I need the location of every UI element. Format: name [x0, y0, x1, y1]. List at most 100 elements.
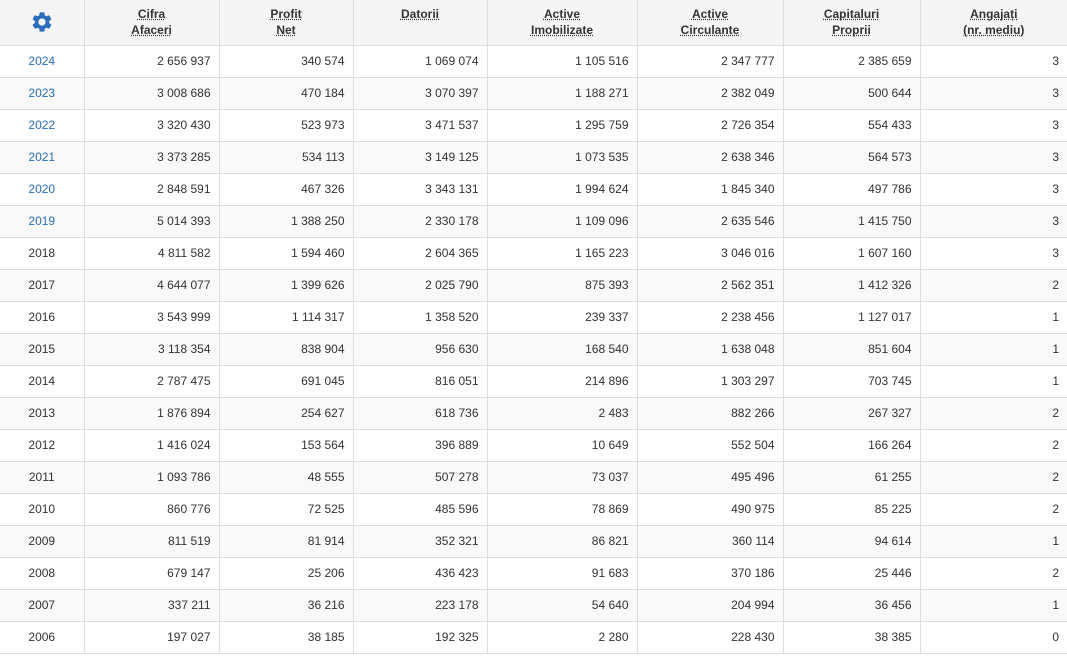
cell-active-circulante: 2 562 351	[636, 268, 784, 302]
column-header-line2: Imobilizate	[530, 23, 593, 37]
cell-profit-net: 470 184	[218, 76, 354, 110]
column-header-datorii[interactable]: Datorii	[352, 0, 488, 46]
year-label: 2009	[28, 534, 56, 548]
cell-capitaluri-proprii: 85 225	[782, 492, 921, 526]
column-header-cifra-afaceri[interactable]: Cifra Afaceri	[83, 0, 220, 46]
year-cell: 2008	[0, 556, 85, 590]
table-row: 2015 3 118 354 838 904 956 630 168 540 1 638 …	[0, 332, 1067, 366]
cell-datorii: 3 149 125	[352, 140, 488, 174]
table-row: 2023 3 008 686 470 184 3 070 397 1 188 271 2 …	[0, 76, 1067, 110]
table-body: 2024 2 656 937 340 574 1 069 074 1 105 516 2 …	[0, 44, 1067, 654]
table-row: 2024 2 656 937 340 574 1 069 074 1 105 516 2 …	[0, 44, 1067, 78]
cell-capitaluri-proprii: 267 327	[782, 396, 921, 430]
year-cell: 2009	[0, 524, 85, 558]
column-header-active-circulante[interactable]: Active Circulante	[636, 0, 784, 46]
gear-icon[interactable]	[30, 10, 54, 34]
cell-cifra-afaceri: 197 027	[83, 620, 220, 654]
table-row: 2008 679 147 25 206 436 423 91 683 370 186 25 …	[0, 556, 1067, 590]
cell-active-imobilizate: 214 896	[486, 364, 638, 398]
cell-active-circulante: 2 382 049	[636, 76, 784, 110]
cell-angajati: 2	[919, 460, 1067, 494]
year-link[interactable]: 2022	[28, 118, 55, 132]
cell-cifra-afaceri: 1 416 024	[83, 428, 220, 462]
cell-active-imobilizate: 168 540	[486, 332, 638, 366]
cell-datorii: 352 321	[352, 524, 488, 558]
column-header-profit-net[interactable]: Profit Net	[218, 0, 354, 46]
cell-active-circulante: 552 504	[636, 428, 784, 462]
cell-capitaluri-proprii: 564 573	[782, 140, 921, 174]
cell-angajati: 3	[919, 140, 1067, 174]
column-header-line2: Circulante	[680, 23, 740, 37]
table-row: 2009 811 519 81 914 352 321 86 821 360 114 94 …	[0, 524, 1067, 558]
year-link[interactable]: 2019	[28, 214, 55, 228]
cell-datorii: 618 736	[352, 396, 488, 430]
year-label: 2012	[28, 438, 56, 452]
cell-datorii: 2 330 178	[352, 204, 488, 238]
table-row: 2021 3 373 285 534 113 3 149 125 1 073 535 2 …	[0, 140, 1067, 174]
cell-active-imobilizate: 239 337	[486, 300, 638, 334]
cell-active-imobilizate: 2 483	[486, 396, 638, 430]
cell-active-imobilizate: 1 188 271	[486, 76, 638, 110]
year-link[interactable]: 2023	[28, 86, 55, 100]
cell-active-circulante: 360 114	[636, 524, 784, 558]
cell-datorii: 1 358 520	[352, 300, 488, 334]
cell-datorii: 816 051	[352, 364, 488, 398]
cell-cifra-afaceri: 2 656 937	[83, 44, 220, 78]
year-link[interactable]: 2020	[28, 182, 55, 196]
column-header-capitaluri-proprii[interactable]: Capitaluri Proprii	[782, 0, 921, 46]
cell-profit-net: 691 045	[218, 364, 354, 398]
cell-datorii: 1 069 074	[352, 44, 488, 78]
cell-angajati: 3	[919, 44, 1067, 78]
cell-active-circulante: 204 994	[636, 588, 784, 622]
table-row: 2020 2 848 591 467 326 3 343 131 1 994 624 1 …	[0, 172, 1067, 206]
cell-capitaluri-proprii: 2 385 659	[782, 44, 921, 78]
year-label: 2008	[28, 566, 56, 580]
cell-profit-net: 25 206	[218, 556, 354, 590]
cell-cifra-afaceri: 1 876 894	[83, 396, 220, 430]
cell-datorii: 956 630	[352, 332, 488, 366]
cell-capitaluri-proprii: 36 456	[782, 588, 921, 622]
column-header-line1: Profit	[270, 7, 302, 21]
cell-active-circulante: 3 046 016	[636, 236, 784, 270]
cell-profit-net: 38 185	[218, 620, 354, 654]
cell-active-imobilizate: 73 037	[486, 460, 638, 494]
year-cell: 2013	[0, 396, 85, 430]
cell-datorii: 223 178	[352, 588, 488, 622]
cell-angajati: 1	[919, 364, 1067, 398]
cell-capitaluri-proprii: 703 745	[782, 364, 921, 398]
cell-profit-net: 48 555	[218, 460, 354, 494]
cell-cifra-afaceri: 3 320 430	[83, 108, 220, 142]
cell-angajati: 3	[919, 236, 1067, 270]
table-row: 2014 2 787 475 691 045 816 051 214 896 1 303 …	[0, 364, 1067, 398]
cell-datorii: 3 343 131	[352, 172, 488, 206]
year-cell: 2011	[0, 460, 85, 494]
column-header-line1: Capitaluri	[823, 7, 880, 21]
year-cell: 2022	[0, 108, 85, 142]
cell-profit-net: 1 399 626	[218, 268, 354, 302]
column-header-angajati[interactable]: Angajați (nr. mediu)	[919, 0, 1067, 46]
cell-angajati: 3	[919, 76, 1067, 110]
cell-profit-net: 523 973	[218, 108, 354, 142]
cell-cifra-afaceri: 2 787 475	[83, 364, 220, 398]
header-row: Cifra Afaceri Profit Net Datorii Active …	[0, 0, 1067, 46]
cell-active-imobilizate: 54 640	[486, 588, 638, 622]
column-header-line2: Afaceri	[131, 23, 172, 37]
column-header-active-imobilizate[interactable]: Active Imobilizate	[486, 0, 638, 46]
year-link[interactable]: 2021	[28, 150, 55, 164]
year-label: 2016	[28, 310, 56, 324]
year-cell: 2015	[0, 332, 85, 366]
year-label: 2011	[28, 470, 55, 484]
table-row: 2016 3 543 999 1 114 317 1 358 520 239 337 2 …	[0, 300, 1067, 334]
settings-header-cell	[0, 0, 85, 46]
cell-active-circulante: 2 726 354	[636, 108, 784, 142]
cell-profit-net: 838 904	[218, 332, 354, 366]
cell-active-imobilizate: 1 109 096	[486, 204, 638, 238]
cell-active-circulante: 2 635 546	[636, 204, 784, 238]
financial-data-table: Cifra Afaceri Profit Net Datorii Active …	[0, 0, 1067, 654]
cell-active-circulante: 228 430	[636, 620, 784, 654]
column-header-line1: Active	[543, 7, 581, 21]
year-link[interactable]: 2024	[28, 54, 55, 68]
cell-active-imobilizate: 1 105 516	[486, 44, 638, 78]
cell-active-circulante: 1 845 340	[636, 172, 784, 206]
cell-capitaluri-proprii: 1 607 160	[782, 236, 921, 270]
